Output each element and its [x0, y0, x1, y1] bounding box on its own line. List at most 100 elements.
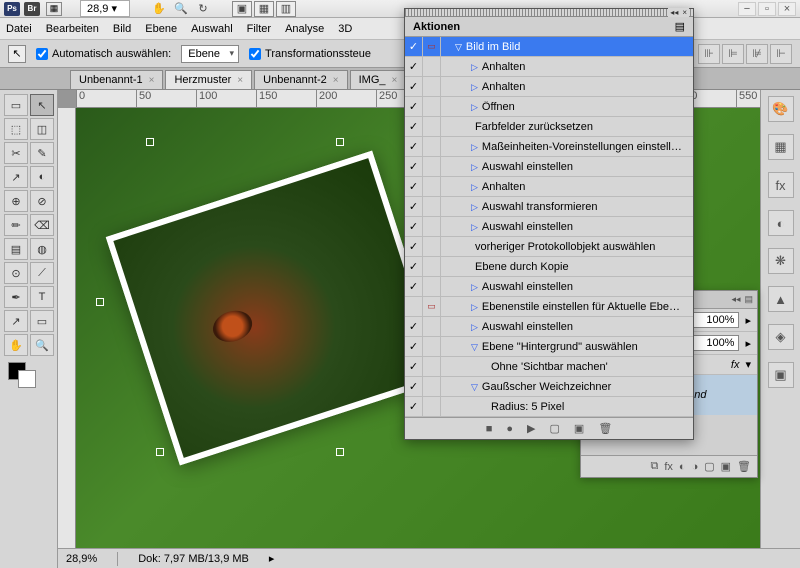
action-dialog-toggle[interactable]	[423, 157, 441, 176]
action-checkmark[interactable]: ✓	[405, 37, 423, 56]
action-dialog-toggle[interactable]	[423, 397, 441, 416]
tool-button[interactable]: ⬚	[4, 118, 28, 140]
panel-collapse-icon[interactable]: ◂◂	[668, 8, 680, 17]
opacity-arrow-icon[interactable]: ▸	[745, 314, 751, 327]
action-checkmark[interactable]: ✓	[405, 217, 423, 236]
zoom-icon[interactable]: 🔍	[172, 1, 190, 17]
photoshop-icon[interactable]: Ps	[4, 2, 20, 16]
action-checkmark[interactable]: ✓	[405, 137, 423, 156]
action-checkmark[interactable]: ✓	[405, 257, 423, 276]
action-item[interactable]: ✓vorheriger Protokollobjekt auswählen	[405, 237, 693, 257]
transform-handle[interactable]	[336, 138, 344, 146]
tool-button[interactable]: T	[30, 286, 54, 308]
action-dialog-toggle[interactable]	[423, 137, 441, 156]
action-checkmark[interactable]: ✓	[405, 397, 423, 416]
action-item[interactable]: ✓▷Anhalten	[405, 57, 693, 77]
action-checkmark[interactable]: ✓	[405, 157, 423, 176]
action-dialog-toggle[interactable]	[423, 357, 441, 376]
action-item[interactable]: ✓Radius: 5 Pixel	[405, 397, 693, 417]
action-dialog-toggle[interactable]	[423, 277, 441, 296]
tool-button[interactable]: ✂	[4, 142, 28, 164]
menu-ebene[interactable]: Ebene	[145, 23, 177, 35]
tool-button[interactable]: ◍	[30, 238, 54, 260]
action-dialog-toggle[interactable]	[423, 177, 441, 196]
styles-panel-icon[interactable]: fx	[768, 172, 794, 198]
transform-handle[interactable]	[146, 138, 154, 146]
tool-button[interactable]: ◫	[30, 118, 54, 140]
zoom-combo[interactable]: 28,9 ▾	[80, 0, 130, 17]
newaction-icon[interactable]: ▣	[574, 422, 584, 435]
tool-button[interactable]: ▭	[30, 310, 54, 332]
adjust-icon[interactable]: ◑	[692, 461, 699, 473]
action-dialog-toggle[interactable]	[423, 117, 441, 136]
folder-icon[interactable]: ▢	[704, 460, 714, 473]
opacity-field[interactable]: 100%	[691, 312, 739, 328]
tab-close-icon[interactable]: ×	[392, 75, 398, 86]
action-item[interactable]: ✓▷Anhalten	[405, 77, 693, 97]
action-checkmark[interactable]: ✓	[405, 77, 423, 96]
fill-arrow-icon[interactable]: ▸	[745, 337, 751, 350]
action-dialog-toggle[interactable]	[423, 317, 441, 336]
photo-frame-layer[interactable]	[106, 151, 446, 466]
action-dialog-toggle[interactable]	[423, 337, 441, 356]
action-checkmark[interactable]: ✓	[405, 237, 423, 256]
action-checkmark[interactable]: ✓	[405, 117, 423, 136]
close-icon[interactable]: ×	[778, 2, 796, 16]
action-checkmark[interactable]: ✓	[405, 377, 423, 396]
hand-icon[interactable]: ✋	[150, 1, 168, 17]
tab-close-icon[interactable]: ×	[149, 75, 155, 86]
action-item[interactable]: ✓▷Öffnen	[405, 97, 693, 117]
menu-filter[interactable]: Filter	[247, 23, 271, 35]
autoselect-checkbox[interactable]: Automatisch auswählen:	[36, 48, 171, 60]
tool-button[interactable]: ⊙	[4, 262, 28, 284]
action-checkmark[interactable]: ✓	[405, 337, 423, 356]
mask-icon[interactable]: ◐	[679, 461, 686, 473]
tool-button[interactable]: ⊘	[30, 190, 54, 212]
screen-full-icon[interactable]: ▦	[254, 1, 274, 17]
tab-close-icon[interactable]: ×	[237, 75, 243, 86]
menu-3d[interactable]: 3D	[338, 23, 352, 35]
maximize-icon[interactable]: ▫	[758, 2, 776, 16]
tool-button[interactable]: ⊕	[4, 190, 28, 212]
action-dialog-toggle[interactable]	[423, 97, 441, 116]
action-checkmark[interactable]: ✓	[405, 197, 423, 216]
rotate-icon[interactable]: ↻	[194, 1, 212, 17]
align-2-icon[interactable]: ⊫	[722, 44, 744, 64]
action-checkmark[interactable]: ✓	[405, 357, 423, 376]
action-item[interactable]: ✓▽Ebene "Hintergrund" auswählen	[405, 337, 693, 357]
layer-select[interactable]: Ebene	[181, 45, 239, 63]
align-1-icon[interactable]: ⊪	[698, 44, 720, 64]
minimize-icon[interactable]: −	[738, 2, 756, 16]
color-panel-icon[interactable]: 🎨	[768, 96, 794, 122]
info-panel-icon[interactable]: ▲	[768, 286, 794, 312]
tab-close-icon[interactable]: ×	[333, 75, 339, 86]
actions-tab[interactable]: Aktionen	[413, 21, 460, 33]
transform-handle[interactable]	[96, 298, 104, 306]
bridge-icon[interactable]: Br	[24, 2, 40, 16]
fx-icon[interactable]: fx	[664, 461, 673, 473]
screen-normal-icon[interactable]: ▣	[232, 1, 252, 17]
menu-datei[interactable]: Datei	[6, 23, 32, 35]
action-item[interactable]: ✓▷Auswahl einstellen	[405, 277, 693, 297]
tool-button[interactable]: ✋	[4, 334, 28, 356]
action-dialog-toggle[interactable]	[423, 197, 441, 216]
swatches-panel-icon[interactable]: ▦	[768, 134, 794, 160]
adjustments-panel-icon[interactable]: ◐	[768, 210, 794, 236]
panel-menu-icon[interactable]: ▤	[675, 20, 685, 33]
panel-collapse-icon[interactable]: ◂◂	[731, 294, 740, 305]
panel-menu-icon[interactable]: ▤	[744, 294, 753, 305]
action-checkmark[interactable]	[405, 297, 423, 316]
tool-button[interactable]: ↗	[4, 310, 28, 332]
action-item[interactable]: ✓▷Auswahl einstellen	[405, 157, 693, 177]
minibridge-icon[interactable]: ▦	[46, 2, 62, 16]
action-dialog-toggle[interactable]: ▭	[423, 37, 441, 56]
action-item[interactable]: ▭▷Ebenenstile einstellen für Aktuelle Eb…	[405, 297, 693, 317]
newset-icon[interactable]: ▢	[550, 422, 560, 435]
action-dialog-toggle[interactable]	[423, 257, 441, 276]
status-zoom[interactable]: 28,9%	[66, 553, 97, 565]
action-checkmark[interactable]: ✓	[405, 317, 423, 336]
action-item[interactable]: ✓Farbfelder zurücksetzen	[405, 117, 693, 137]
align-3-icon[interactable]: ⊯	[746, 44, 768, 64]
delete-icon[interactable]: 🗑	[598, 422, 612, 435]
tool-button[interactable]: ⌫	[30, 214, 54, 236]
